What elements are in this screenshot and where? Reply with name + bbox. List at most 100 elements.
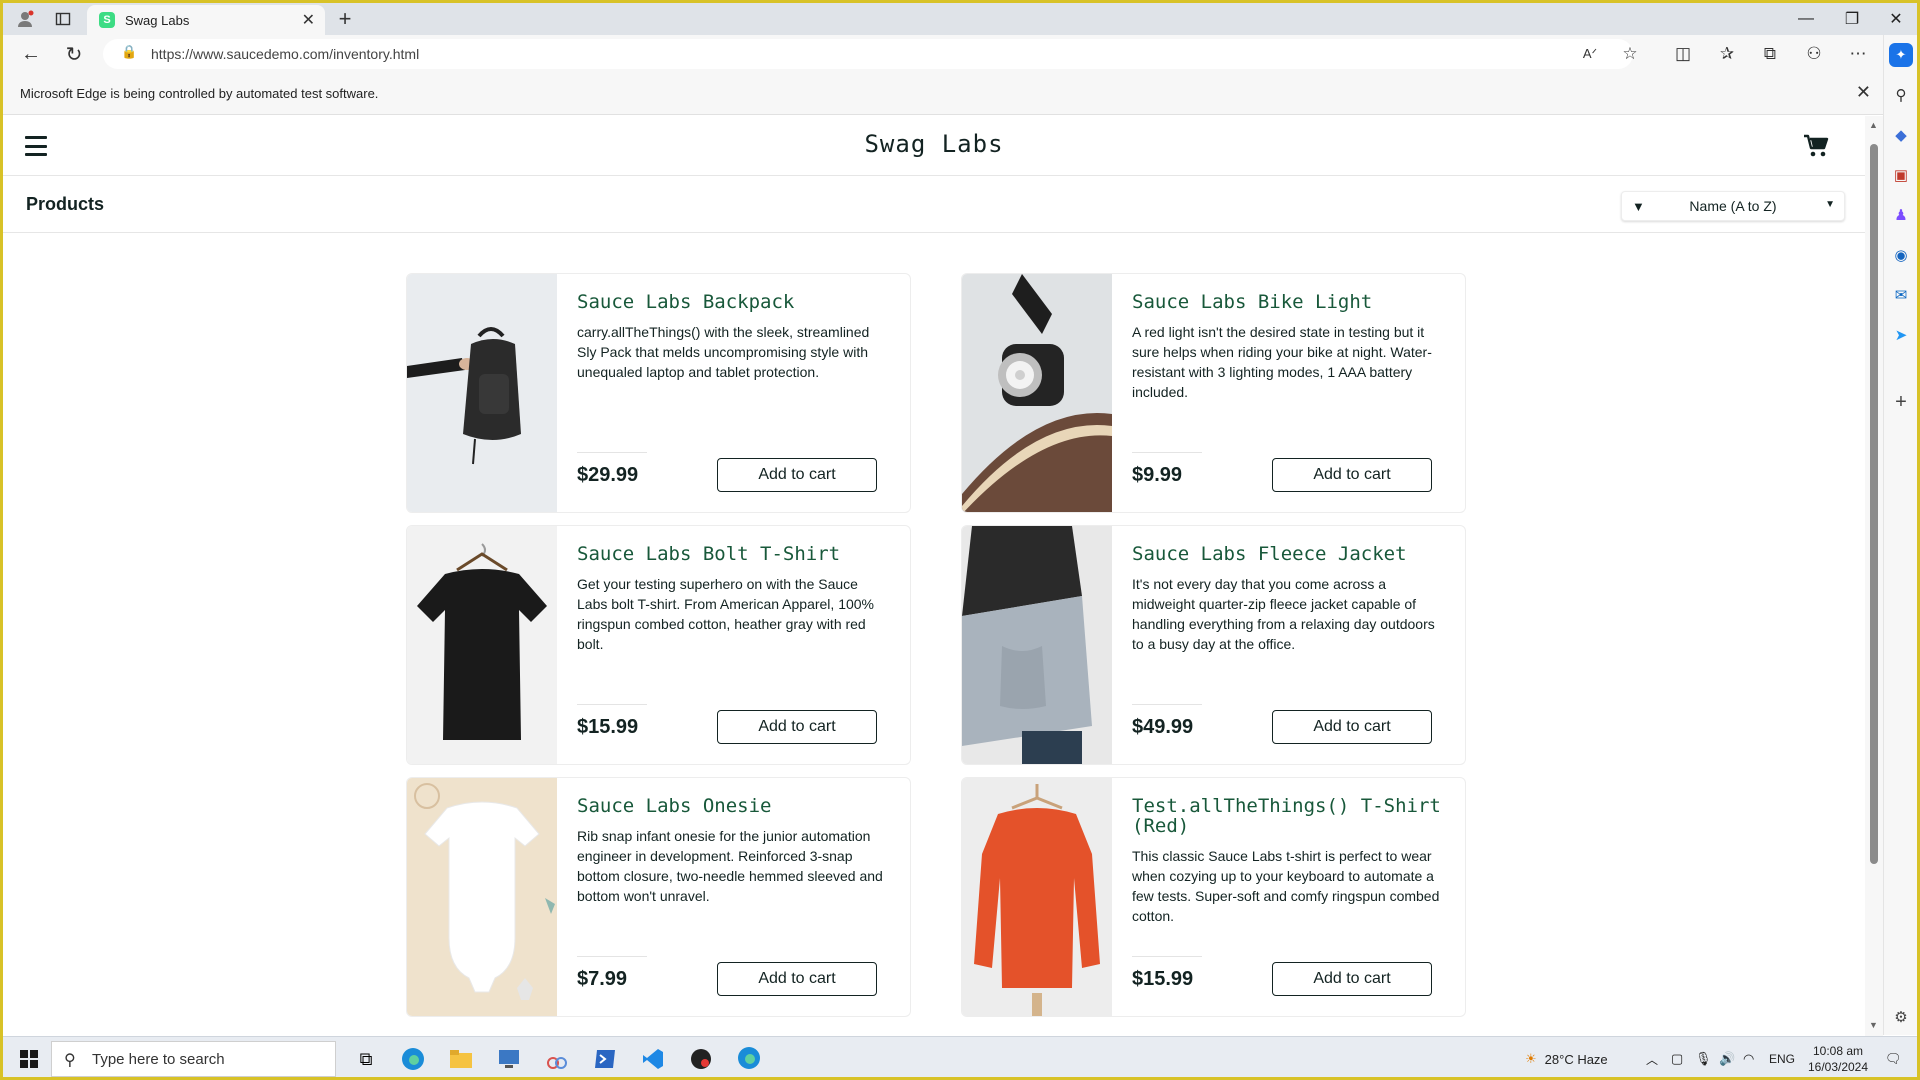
url-text: https://www.saucedemo.com/inventory.html — [151, 46, 420, 62]
refresh-icon[interactable]: ↻ — [58, 40, 90, 68]
address-bar-row: ← ↻ 🔒 https://www.saucedemo.com/inventor… — [3, 35, 1917, 73]
tab-swag-labs[interactable]: S Swag Labs ✕ — [87, 5, 325, 35]
close-window-icon[interactable]: ✕ — [1873, 3, 1917, 35]
automation-notice: Microsoft Edge is being controlled by au… — [20, 86, 379, 101]
more-menu-icon[interactable]: ⋯ — [1843, 40, 1873, 68]
item-name[interactable]: Sauce Labs Fleece Jacket — [1132, 544, 1447, 564]
recorder-app-icon[interactable] — [683, 1037, 719, 1077]
product-image-onesie[interactable] — [407, 778, 557, 1016]
outlook-icon[interactable]: ✉ — [1889, 283, 1913, 307]
new-tab-button[interactable]: + — [331, 5, 359, 33]
scrollbar-thumb[interactable] — [1870, 144, 1878, 864]
item-body: Sauce Labs Bolt T-Shirt Get your testing… — [577, 544, 892, 654]
sort-select[interactable]: ▼ Name (A to Z) ▼ — [1621, 191, 1845, 221]
minimize-icon[interactable]: — — [1783, 3, 1829, 35]
inventory-item: Sauce Labs Onesie Rib snap infant onesie… — [406, 777, 911, 1017]
product-image-backpack[interactable] — [407, 274, 557, 512]
collections-icon[interactable]: ⧉ — [1755, 40, 1785, 68]
browser-window: S Swag Labs ✕ + — ❐ ✕ ← ↻ 🔒 https://www.… — [0, 0, 1920, 1080]
inventory-item: Sauce Labs Fleece Jacket It's not every … — [961, 525, 1466, 765]
scroll-down-icon[interactable]: ▼ — [1869, 1020, 1878, 1030]
edge-active-icon[interactable] — [731, 1037, 767, 1077]
games-icon[interactable]: ♟ — [1889, 203, 1913, 227]
item-body: Sauce Labs Onesie Rib snap infant onesie… — [577, 796, 892, 906]
product-image-bolt-tshirt[interactable] — [407, 526, 557, 764]
close-info-bar-icon[interactable]: ✕ — [1856, 82, 1871, 103]
copilot-icon[interactable]: ✦ — [1889, 43, 1913, 67]
item-name[interactable]: Test.allTheThings() T-Shirt (Red) — [1132, 796, 1447, 836]
web-page: Swag Labs Products ▼ Name (A to Z) ▼ Sau… — [3, 116, 1865, 1036]
microsoft-365-icon[interactable]: ◉ — [1889, 243, 1913, 267]
item-name[interactable]: Sauce Labs Bike Light — [1132, 292, 1447, 312]
scroll-up-icon[interactable]: ▲ — [1869, 120, 1878, 130]
product-image-fleece-jacket[interactable] — [962, 526, 1112, 764]
add-to-cart-button[interactable]: Add to cart — [1272, 458, 1432, 492]
clock-date: 16/03/2024 — [1807, 1060, 1869, 1074]
system-clock[interactable]: 10:08 am 16/03/2024 — [1803, 1043, 1873, 1075]
read-aloud-icon[interactable]: Aᐟ — [1575, 40, 1605, 68]
meet-now-icon[interactable]: ▢ — [1671, 1037, 1683, 1077]
close-tab-icon[interactable]: ✕ — [302, 10, 315, 30]
extensions-icon[interactable]: ⚇ — [1799, 40, 1829, 68]
item-name[interactable]: Sauce Labs Onesie — [577, 796, 892, 816]
divider — [577, 704, 647, 705]
inventory-item: Sauce Labs Bike Light A red light isn't … — [961, 273, 1466, 513]
windows-start-icon[interactable] — [11, 1037, 47, 1077]
add-to-cart-button[interactable]: Add to cart — [717, 710, 877, 744]
inventory-item: Sauce Labs Bolt T-Shirt Get your testing… — [406, 525, 911, 765]
search-icon[interactable]: ⚲ — [1889, 83, 1913, 107]
url-field[interactable]: 🔒 https://www.saucedemo.com/inventory.ht… — [103, 39, 1633, 69]
page-scrollbar[interactable]: ▲ ▼ — [1865, 116, 1883, 1036]
microphone-icon[interactable]: 🎙 — [1695, 1037, 1712, 1077]
item-name[interactable]: Sauce Labs Backpack — [577, 292, 892, 312]
vscode-icon[interactable] — [635, 1037, 671, 1077]
add-to-cart-button[interactable]: Add to cart — [717, 458, 877, 492]
product-image-bike-light[interactable] — [962, 274, 1112, 512]
favorites-icon[interactable]: ✰ — [1712, 40, 1742, 68]
remote-desktop-icon[interactable] — [491, 1037, 527, 1077]
product-image-red-tshirt[interactable] — [962, 778, 1112, 1016]
add-to-cart-button[interactable]: Add to cart — [717, 962, 877, 996]
wifi-icon[interactable]: ◠ — [1743, 1037, 1754, 1077]
show-hidden-icons-icon[interactable]: ︿ — [1646, 1037, 1658, 1077]
shopping-cart-icon[interactable] — [1803, 134, 1829, 165]
item-price: $49.99 — [1132, 716, 1194, 738]
divider — [1132, 704, 1202, 705]
restore-icon[interactable]: ❐ — [1829, 3, 1875, 35]
item-body: Sauce Labs Backpack carry.allTheThings()… — [577, 292, 892, 382]
sidebar-settings-icon[interactable]: ⚙ — [1889, 1005, 1913, 1029]
tools-icon[interactable]: ▣ — [1889, 163, 1913, 187]
task-view-icon[interactable]: ⧉ — [348, 1037, 384, 1077]
sort-selected-value: Name (A to Z) — [1689, 198, 1777, 214]
notifications-icon[interactable]: 🗨 — [1885, 1037, 1902, 1077]
back-icon[interactable]: ← — [15, 40, 47, 68]
item-description: carry.allTheThings() with the sleek, str… — [577, 324, 870, 380]
weather-widget[interactable]: ☀ 28°C Haze — [1525, 1037, 1608, 1077]
clock-time: 10:08 am — [1812, 1044, 1864, 1058]
inventory-item: Test.allTheThings() T-Shirt (Red) This c… — [961, 777, 1466, 1017]
taskbar-search-input[interactable]: ⚲ Type here to search — [51, 1041, 336, 1077]
weather-text: 28°C Haze — [1544, 1051, 1608, 1067]
profile-icon[interactable] — [11, 3, 39, 35]
add-to-cart-button[interactable]: Add to cart — [1272, 710, 1432, 744]
add-to-cart-button[interactable]: Add to cart — [1272, 962, 1432, 996]
divider — [577, 452, 647, 453]
item-name[interactable]: Sauce Labs Bolt T-Shirt — [577, 544, 892, 564]
shopping-tag-icon[interactable]: ◆ — [1889, 123, 1913, 147]
edge-icon[interactable] — [395, 1037, 431, 1077]
search-icon: ⚲ — [64, 1052, 76, 1069]
windows-taskbar: ⚲ Type here to search ⧉ ☀ 28°C Haze ︿ ▢ … — [3, 1036, 1917, 1077]
tab-actions-icon[interactable] — [49, 3, 77, 35]
drop-icon[interactable]: ➤ — [1889, 323, 1913, 347]
split-screen-icon[interactable]: ◫ — [1668, 40, 1698, 68]
powershell-icon[interactable] — [587, 1037, 623, 1077]
item-description: A red light isn't the desired state in t… — [1132, 324, 1432, 400]
language-indicator[interactable]: ENG — [1769, 1037, 1795, 1077]
item-body: Sauce Labs Bike Light A red light isn't … — [1132, 292, 1447, 402]
file-explorer-icon[interactable] — [443, 1037, 479, 1077]
snipping-tool-icon[interactable] — [539, 1037, 575, 1077]
favorite-star-icon[interactable]: ☆ — [1615, 40, 1645, 68]
tab-title: Swag Labs — [125, 12, 190, 28]
volume-icon[interactable]: 🔊 — [1719, 1037, 1735, 1077]
add-sidebar-app-icon[interactable]: + — [1889, 390, 1913, 414]
